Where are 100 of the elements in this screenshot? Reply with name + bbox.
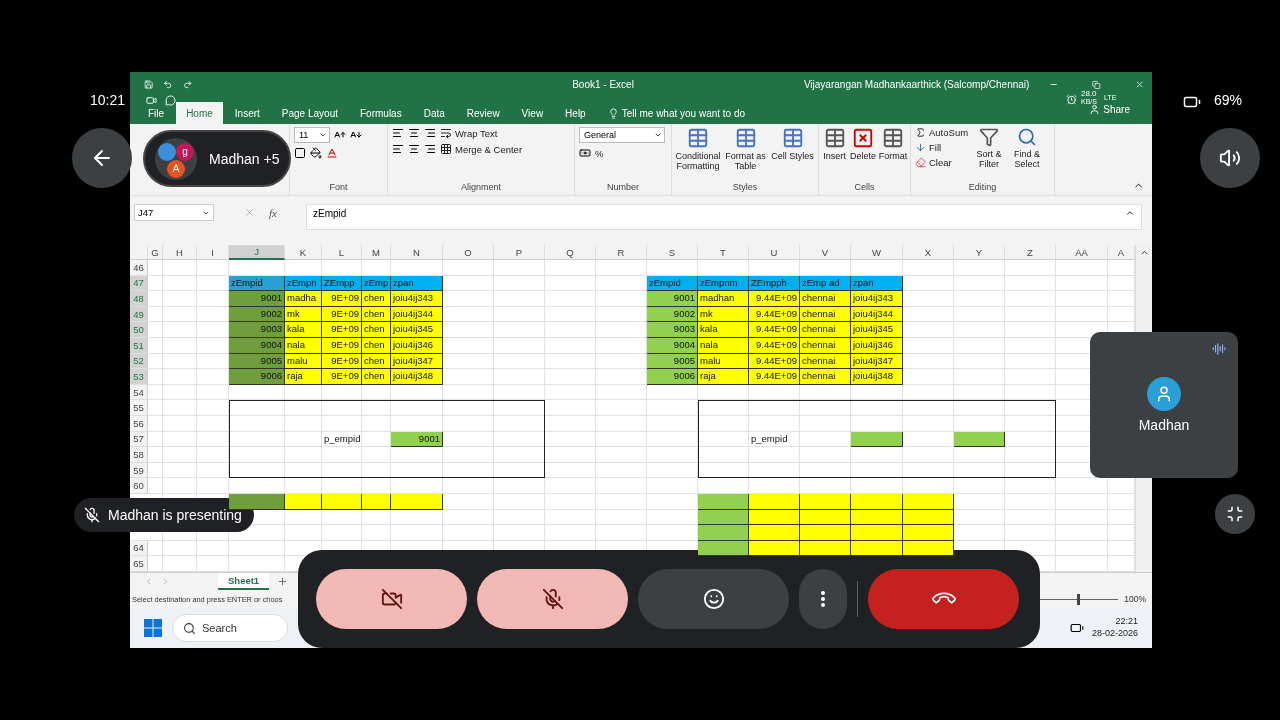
exit-fullscreen-button[interactable] [1215,494,1255,534]
table-cell: zEmpid [229,275,285,292]
back-button[interactable] [72,128,132,188]
scroll-up-icon[interactable] [1139,248,1149,257]
styles-button[interactable]: Format as Table [724,127,767,172]
close-icon[interactable] [1134,79,1144,90]
column-header[interactable]: K [285,245,322,260]
cells-button[interactable]: Format [880,127,906,162]
ribbon-tab[interactable]: Data [413,102,455,124]
font-size-field[interactable]: 11 [294,127,330,143]
column-header[interactable]: O [443,245,494,260]
insert-function-button[interactable]: fx [269,206,277,219]
column-header[interactable]: S [647,245,698,260]
currency-icon[interactable] [579,147,591,159]
ribbon-tab[interactable]: Page Layout [271,102,348,124]
redo-icon[interactable] [182,79,193,90]
row-header[interactable]: 55 [130,400,148,416]
row-header[interactable]: 48 [130,291,148,307]
align-right-icon[interactable] [424,143,436,155]
border-icon[interactable] [294,147,306,159]
percent-button[interactable]: % [595,147,604,159]
undo-icon[interactable] [163,79,173,90]
row-header[interactable]: 58 [130,447,148,463]
group-label: Number [607,182,639,194]
end-call-button[interactable] [868,569,1019,629]
column-header[interactable]: V [800,245,851,260]
shrink-font-icon[interactable] [350,129,362,141]
sort-filter-button[interactable]: Sort & Filter [972,127,1007,170]
wrap-text-button[interactable]: Wrap Text [440,127,498,139]
number-format-dropdown[interactable]: General [579,127,665,143]
column-header[interactable]: X [903,245,954,260]
table-cell: chen [362,291,391,307]
column-header[interactable]: Z [1005,245,1056,260]
row-header[interactable]: 50 [130,322,148,338]
column-header[interactable]: N [391,245,443,260]
column-header[interactable]: A [1108,245,1135,260]
group-label: Editing [968,182,997,194]
cells-button[interactable]: Insert [823,127,846,162]
add-sheet-icon[interactable] [277,576,289,587]
styles-button[interactable]: Conditional Formatting [676,127,720,172]
ribbon-tab[interactable]: Review [456,102,510,124]
participants-pill[interactable]: g A Madhan +5 [143,130,291,187]
column-header[interactable]: W [851,245,903,260]
taskbar-clock[interactable]: 22:21 28-02-2026 [1091,616,1138,640]
taskbar-search-field[interactable]: Search [172,614,288,642]
table-cell: zEmpnm [698,275,749,292]
column-header[interactable]: M [362,245,391,260]
column-header[interactable]: T [698,245,749,260]
fill-color-icon[interactable] [310,147,322,159]
grow-font-icon[interactable] [334,129,346,141]
fill-button[interactable]: Fill [915,142,969,153]
row-header[interactable]: 53 [130,369,148,385]
font-color-icon[interactable] [326,147,338,159]
volume-button[interactable] [1200,128,1260,188]
column-header[interactable]: P [494,245,545,260]
sheet-tab[interactable]: Sheet1 [218,573,270,590]
column-header[interactable]: G [148,245,163,260]
name-box[interactable]: J47 [134,204,214,221]
ribbon-tab[interactable]: View [511,102,554,124]
column-header[interactable]: H [163,245,197,260]
ribbon-tab[interactable]: Home [176,102,223,124]
column-header[interactable]: J [229,245,285,260]
phone-time: 10:21 [90,92,126,108]
column-header[interactable]: Q [545,245,596,260]
save-icon[interactable] [144,79,154,90]
wrap-text-icon [440,127,452,139]
row-header[interactable]: 64 [130,540,148,557]
align-left-icon[interactable] [392,143,404,155]
column-header[interactable]: L [322,245,362,260]
merge-center-button[interactable]: Merge & Center [440,143,523,155]
column-header[interactable]: Y [954,245,1005,260]
table-cell: joiu4ij343 [391,291,443,307]
row-header[interactable]: 46 [130,260,148,276]
autosum-button[interactable]: AutoSum [915,127,969,138]
restore-icon[interactable] [1092,79,1101,90]
ribbon-tab[interactable]: Insert [224,102,270,124]
formula-field[interactable]: zEmpid [306,204,1142,230]
zoom-thumb[interactable] [1077,593,1081,605]
ribbon-tab[interactable]: File [138,102,175,124]
column-header[interactable]: R [596,245,647,260]
microphone-button[interactable] [477,569,628,629]
column-header[interactable]: I [197,245,229,260]
share-button[interactable]: Share [1083,103,1136,116]
column-header[interactable]: U [749,245,800,260]
camera-button[interactable] [316,569,467,629]
column-header[interactable]: AA [1056,245,1108,260]
align-center-icon[interactable] [408,143,420,155]
find-select-button[interactable]: Find & Select [1010,127,1045,170]
ribbon-tab[interactable]: Formulas [350,102,412,124]
row-header[interactable]: 60 [130,478,148,494]
cells-button[interactable]: Delete [850,127,876,162]
ribbon-tab[interactable]: Help [555,102,596,124]
table-icon [781,127,804,149]
participant-tile[interactable]: Madhan [1090,332,1238,478]
table-cell: chen [362,322,391,338]
tell-me-search[interactable]: Tell me what you want to do [607,102,746,124]
battery-icon[interactable] [1069,621,1084,635]
row-header[interactable]: 65 [130,556,148,572]
styles-button[interactable]: Cell Styles [771,127,814,162]
clear-button[interactable]: Clear [915,157,969,168]
